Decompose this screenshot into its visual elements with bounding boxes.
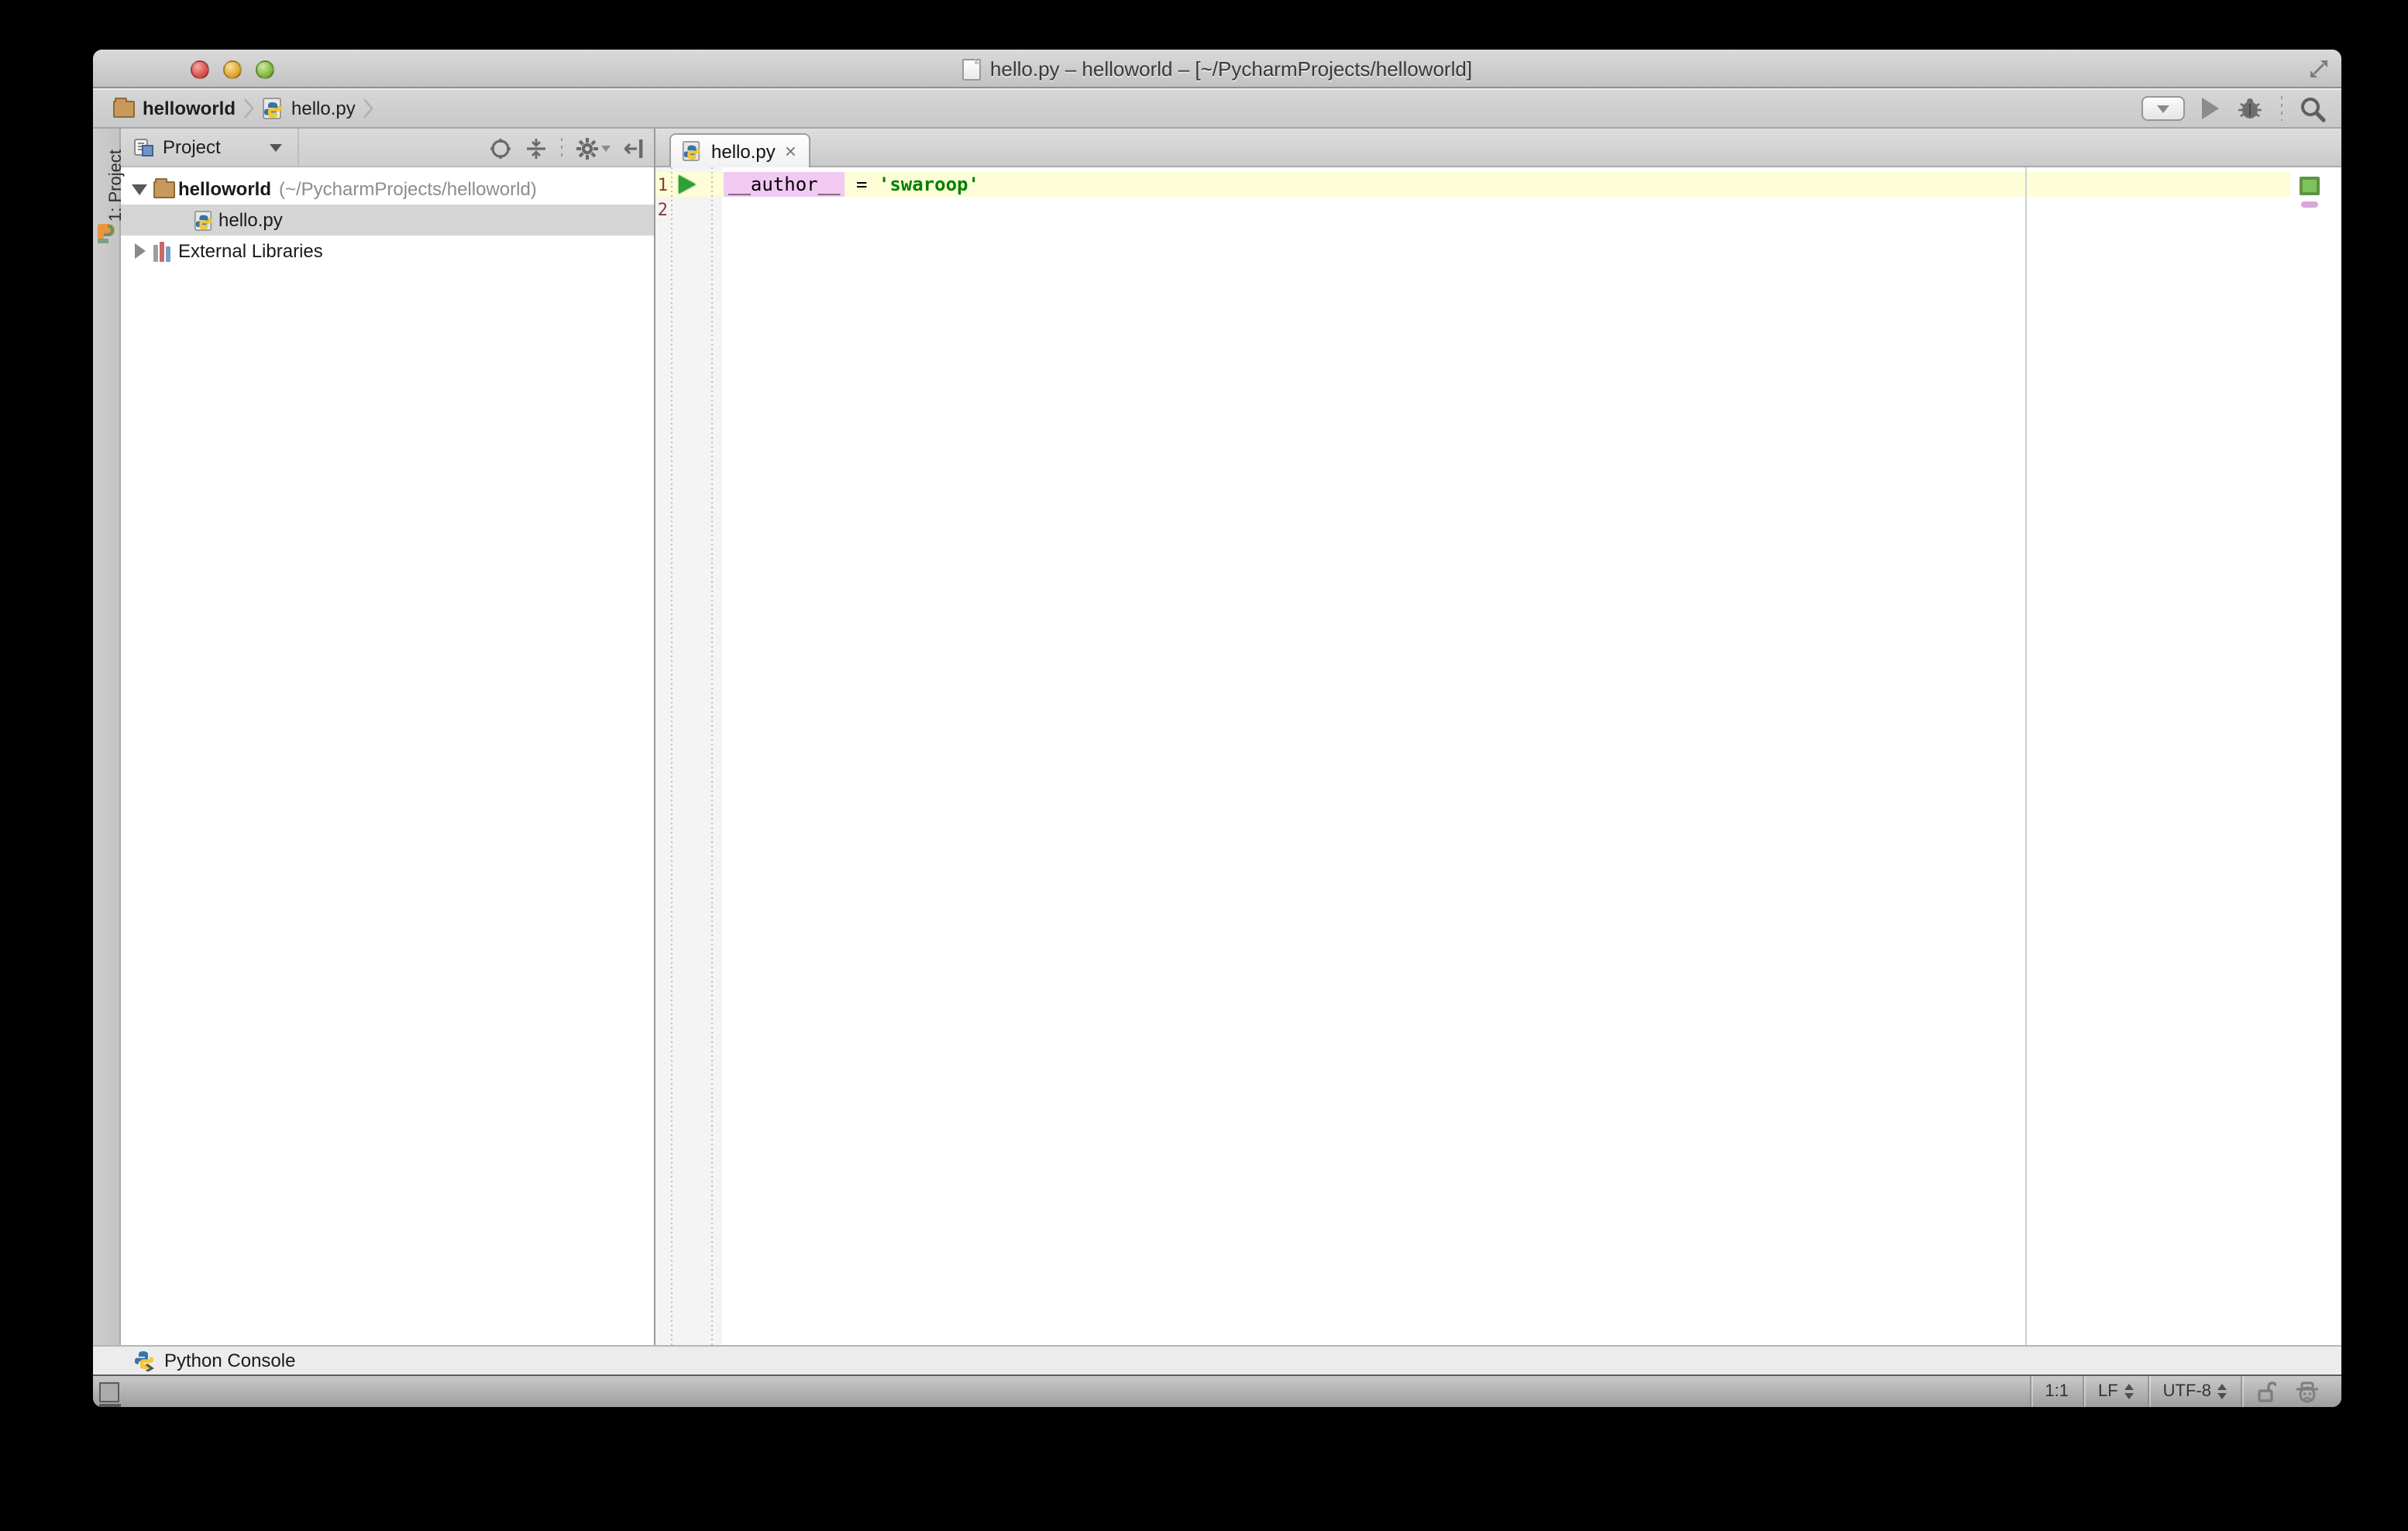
- toolbar-separator: [2281, 96, 2282, 121]
- tree-row-libraries[interactable]: External Libraries: [121, 236, 654, 267]
- python-file-icon: [262, 98, 284, 119]
- code-assign: =: [845, 174, 879, 195]
- tree-row-file[interactable]: hello.py: [121, 205, 654, 236]
- tree-file-label: hello.py: [218, 209, 283, 231]
- python-file-icon: [682, 141, 702, 161]
- toolwindow-bottom-bar: Python Console: [93, 1345, 2341, 1376]
- toolwindow-toggle-icon[interactable]: [99, 1381, 119, 1402]
- code-line-1: __author__ = 'swaroop': [724, 172, 979, 197]
- collapse-all-icon[interactable]: [525, 137, 547, 159]
- navigation-bar: helloworld hello.py: [93, 88, 2341, 129]
- project-toolwindow-tab[interactable]: 1: Project: [93, 141, 121, 234]
- spinner-arrows: [2124, 1384, 2134, 1399]
- pycharm-logo-icon: [95, 222, 119, 246]
- toolbar-separator: [561, 137, 562, 159]
- debug-icon[interactable]: [2236, 96, 2264, 121]
- encoding-widget[interactable]: UTF-8: [2149, 1376, 2241, 1407]
- tab-label: hello.py: [711, 140, 776, 162]
- chevron-down-icon: [270, 143, 283, 151]
- tree-libraries-label: External Libraries: [178, 240, 323, 262]
- folder-icon: [150, 181, 178, 198]
- stripe-highlight-mark[interactable]: [2301, 201, 2318, 208]
- project-panel: Project: [121, 129, 654, 1345]
- gear-icon[interactable]: [576, 137, 598, 159]
- code-string: 'swaroop': [879, 174, 979, 195]
- window-title: hello.py – helloworld – [~/PycharmProjec…: [990, 57, 1472, 81]
- tree-row-root[interactable]: helloworld (~/PycharmProjects/helloworld…: [121, 174, 654, 205]
- tree-root-path: (~/PycharmProjects/helloworld): [279, 178, 537, 200]
- line-number: 2: [655, 200, 668, 220]
- scroll-to-source-icon[interactable]: [490, 137, 511, 159]
- collapsed-arrow-icon[interactable]: [129, 243, 150, 259]
- hector-inspector-icon[interactable]: [2295, 1380, 2320, 1403]
- tree-root-label: helloworld: [178, 178, 271, 200]
- line-number: 1: [655, 175, 668, 195]
- error-stripe[interactable]: [2290, 167, 2341, 1345]
- folder-icon: [113, 100, 135, 117]
- desktop-background: hello.py – helloworld – [~/PycharmProjec…: [0, 0, 2408, 1531]
- spinner-arrows: [2217, 1384, 2227, 1399]
- project-panel-title: Project: [163, 136, 221, 158]
- python-file-icon: [192, 210, 214, 230]
- breadcrumb-file[interactable]: hello.py: [291, 98, 356, 119]
- fullscreen-arrows-icon[interactable]: [2309, 59, 2329, 79]
- chevron-right-icon: [363, 98, 374, 119]
- chevron-down-icon: [601, 145, 611, 151]
- project-panel-header: Project: [121, 129, 654, 167]
- run-configuration-dropdown[interactable]: [2141, 96, 2185, 121]
- breadcrumb: helloworld hello.py: [113, 98, 374, 119]
- chevron-right-icon: [243, 98, 254, 119]
- editor-tab-bar: hello.py ×: [655, 129, 2341, 167]
- project-view-selector[interactable]: Project: [121, 128, 300, 167]
- run-icon[interactable]: [2202, 98, 2219, 119]
- tool-window-strip: 1: Project: [93, 129, 121, 1345]
- caret-position-widget[interactable]: 1:1: [2031, 1376, 2083, 1407]
- libraries-icon: [150, 241, 178, 261]
- pycharm-window: hello.py – helloworld – [~/PycharmProjec…: [93, 50, 2341, 1407]
- unlock-icon[interactable]: [2256, 1381, 2276, 1402]
- close-tab-icon[interactable]: ×: [785, 141, 796, 161]
- project-view-icon: [133, 137, 153, 157]
- document-proxy-icon[interactable]: [962, 58, 981, 80]
- editor-area: hello.py × 1 2 __author__ = 'swaroop': [655, 129, 2341, 1345]
- python-console-icon: [133, 1350, 155, 1371]
- search-icon[interactable]: [2300, 95, 2326, 122]
- project-tree: helloworld (~/PycharmProjects/helloworld…: [121, 167, 654, 1345]
- status-bar: 1:1 LF UTF-8: [93, 1376, 2341, 1407]
- code-variable: __author__: [724, 172, 845, 197]
- right-margin-guide: [2025, 167, 2027, 1345]
- code-editor[interactable]: 1 2 __author__ = 'swaroop': [655, 167, 2341, 1345]
- hide-panel-icon[interactable]: [624, 137, 645, 159]
- expanded-arrow-icon[interactable]: [129, 184, 150, 194]
- inspection-ok-square[interactable]: [2300, 177, 2320, 195]
- breadcrumb-project[interactable]: helloworld: [143, 98, 236, 119]
- tab-hello-py[interactable]: hello.py ×: [669, 133, 810, 167]
- line-ending-widget[interactable]: LF: [2084, 1376, 2148, 1407]
- title-bar[interactable]: hello.py – helloworld – [~/PycharmProjec…: [93, 50, 2341, 88]
- python-console-button[interactable]: Python Console: [164, 1350, 295, 1371]
- run-gutter-arrow-icon[interactable]: [679, 175, 696, 194]
